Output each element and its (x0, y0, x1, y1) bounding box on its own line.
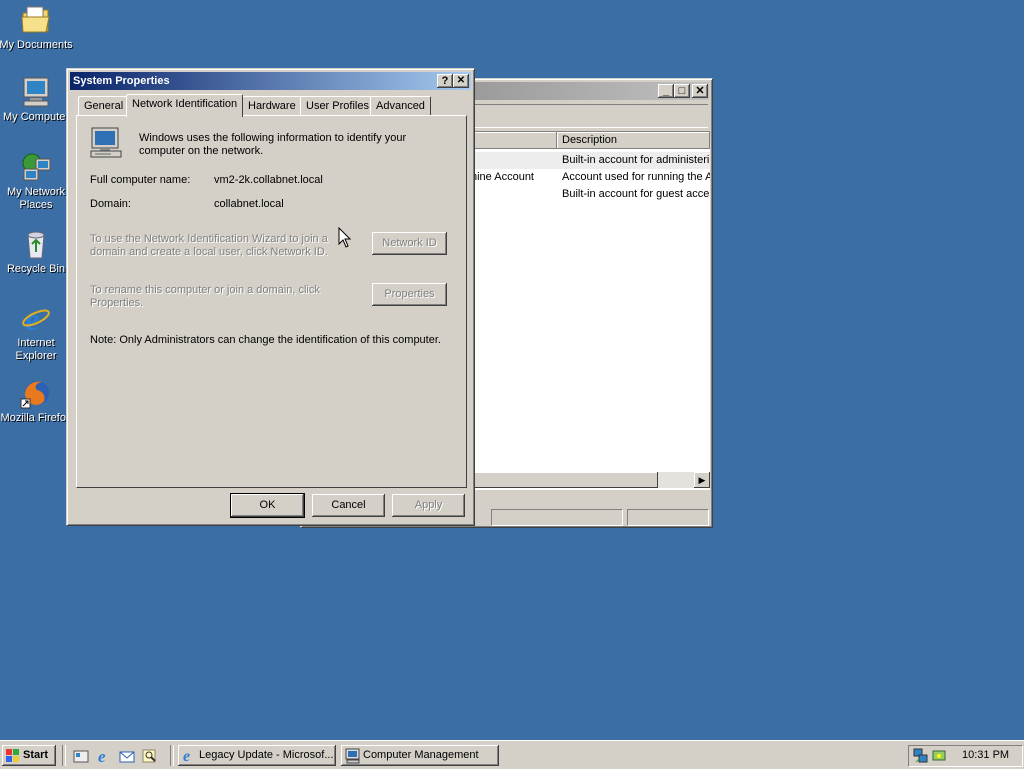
desktop-icon-internet-explorer[interactable]: e Internet Explorer (0, 301, 74, 363)
quick-launch-search-icon[interactable] (142, 748, 158, 764)
status-pane (491, 509, 623, 526)
desktop-icon-label: My Documents (0, 39, 73, 51)
tab-hardware[interactable]: Hardware (242, 96, 302, 116)
close-button[interactable]: ✕ (453, 74, 469, 88)
close-button[interactable]: ✕ (692, 84, 708, 98)
tab-general[interactable]: General (78, 96, 130, 116)
tab-network-identification[interactable]: Network Identification (126, 94, 244, 117)
computer-icon (89, 127, 123, 159)
tab-label: Network Identification (132, 98, 238, 110)
task-computer-management[interactable]: Computer Management (341, 745, 499, 766)
desktop-icon-label: Recycle Bin (6, 263, 66, 275)
row-description: Account used for running the A (562, 171, 710, 183)
row-name: hine Account (471, 171, 534, 183)
network-tray-icon[interactable] (913, 748, 929, 767)
tab-advanced[interactable]: Advanced (370, 96, 431, 116)
properties-button[interactable]: Properties (372, 283, 447, 306)
ok-button[interactable]: OK (230, 493, 305, 518)
desktop-icon-label-text: Internet Explorer (15, 337, 57, 362)
tab-label: Advanced (376, 100, 425, 112)
desktop-icon-label: My Network Places (0, 186, 74, 212)
rename-instructions: To rename this computer or join a domain… (90, 284, 320, 309)
desktop-icon-mozilla-firefox[interactable]: Mozilla Firefox (0, 377, 74, 425)
domain-label: Domain: (90, 198, 131, 210)
taskbar-separator (170, 745, 174, 766)
admin-note: Note: Only Administrators can change the… (90, 334, 441, 346)
help-button[interactable]: ? (437, 74, 453, 88)
network-icon (20, 151, 52, 183)
minimize-button[interactable]: _ (658, 84, 674, 98)
full-computer-name-label: Full computer name: (90, 174, 191, 186)
list-header-description-label: Description (562, 134, 618, 146)
tab-label: General (84, 100, 124, 112)
taskbar-separator (62, 745, 66, 766)
safely-remove-tray-icon[interactable] (931, 748, 947, 767)
status-pane (627, 509, 709, 526)
tab-label: Hardware (248, 100, 296, 112)
cancel-button[interactable]: Cancel (312, 494, 385, 517)
desktop-icon-label: Mozilla Firefox (0, 412, 72, 424)
row-description: Built-in account for guest acces (562, 188, 710, 200)
desktop-icon-my-network-places[interactable]: My Network Places (0, 151, 74, 212)
windows-logo-icon (6, 749, 20, 762)
tab-label: User Profiles (306, 100, 369, 112)
apply-button[interactable]: Apply (392, 494, 465, 517)
row-description: Built-in account for administering (562, 154, 710, 166)
computer-management-icon (345, 748, 361, 766)
maximize-button[interactable]: □ (674, 84, 690, 98)
scroll-right-button[interactable]: ▶ (694, 472, 710, 488)
dialog-title: System Properties (73, 75, 170, 87)
desktop-icon-my-computer[interactable]: My Computer (0, 76, 74, 124)
svg-text:e: e (98, 748, 106, 764)
computer-icon (20, 76, 52, 108)
start-label: Start (23, 749, 49, 761)
start-button[interactable]: Start (2, 745, 56, 766)
firefox-icon (20, 377, 52, 409)
domain-value: collabnet.local (214, 198, 284, 210)
desktop-icon-my-documents[interactable]: My Documents (0, 4, 74, 52)
folder-icon (20, 4, 52, 36)
quick-launch-show-desktop-icon[interactable] (73, 748, 89, 764)
quick-launch-ie-icon[interactable]: e (96, 747, 112, 766)
mouse-cursor (338, 226, 352, 249)
desktop-icon-label: Internet Explorer (0, 337, 74, 363)
network-id-button[interactable]: Network ID (372, 232, 447, 255)
ie-icon: e (182, 747, 198, 766)
system-tray: 10:31 PM (908, 745, 1023, 767)
intro-text: Windows uses the following information t… (139, 132, 407, 157)
system-properties-titlebar[interactable]: System Properties (70, 72, 471, 90)
internet-explorer-icon: e (20, 301, 52, 337)
desktop-icon-label: My Computer (2, 111, 70, 123)
clock[interactable]: 10:31 PM (962, 749, 1009, 761)
desktop-icon-label-text: My Network Places (6, 186, 66, 211)
desktop-icon-recycle-bin[interactable]: Recycle Bin (0, 228, 74, 276)
full-computer-name-value: vm2-2k.collabnet.local (214, 174, 323, 186)
tab-user-profiles[interactable]: User Profiles (300, 96, 375, 116)
task-legacy-update[interactable]: e Legacy Update - Microsof... (178, 745, 336, 766)
list-header-description[interactable]: Description (557, 132, 710, 149)
quick-launch-outlook-icon[interactable] (119, 748, 135, 764)
task-label: Legacy Update - Microsof... (199, 749, 334, 761)
recycle-bin-icon (20, 228, 52, 260)
svg-text:e: e (183, 748, 190, 763)
wizard-instructions: To use the Network Identification Wizard… (90, 233, 328, 258)
task-label: Computer Management (363, 749, 479, 761)
taskbar: Start e e Legacy Update - Microsof... Co… (0, 740, 1024, 769)
